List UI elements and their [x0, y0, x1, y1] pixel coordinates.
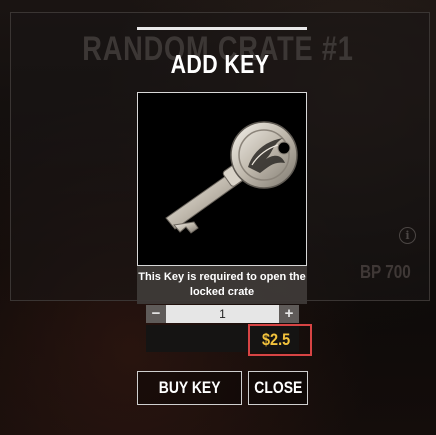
decrease-quantity-button[interactable]: −: [146, 305, 166, 323]
bp-cost: BP 700: [360, 262, 411, 282]
crate-key-image: [165, 121, 298, 234]
modal-divider: [137, 27, 307, 30]
buy-key-button[interactable]: BUY KEY: [137, 371, 242, 405]
item-description: This Key is required to open the locked …: [138, 271, 306, 298]
modal-title: ADD KEY: [170, 49, 270, 79]
price-highlight-box: [248, 324, 312, 356]
key-image-frame: [137, 92, 307, 266]
close-button[interactable]: CLOSE: [248, 371, 308, 405]
close-label: CLOSE: [254, 378, 303, 397]
buy-key-label: BUY KEY: [158, 378, 221, 397]
quantity-input[interactable]: 1: [166, 305, 279, 323]
increase-quantity-button[interactable]: +: [279, 305, 299, 323]
info-icon[interactable]: i: [399, 227, 416, 244]
